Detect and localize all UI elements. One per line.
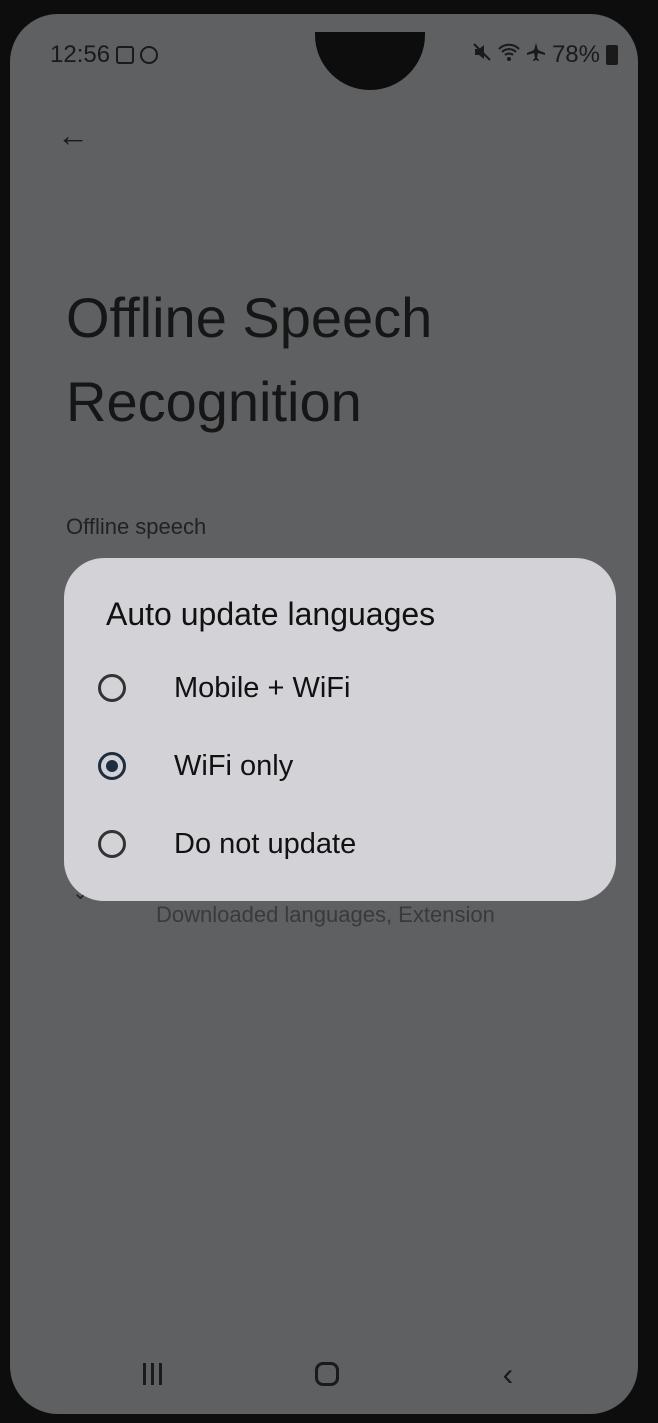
battery-icon — [606, 45, 618, 65]
wifi-icon — [498, 41, 520, 69]
radio-button-selected[interactable] — [98, 752, 126, 780]
option-label: Do not update — [174, 827, 357, 860]
option-label: Mobile + WiFi — [174, 671, 351, 704]
status-time: 12:56 — [50, 41, 111, 68]
mute-icon — [472, 41, 492, 69]
back-button[interactable]: ← — [46, 108, 100, 162]
option-wifi-only[interactable]: WiFi only — [98, 736, 293, 796]
checkbox-notification-icon — [116, 46, 135, 64]
recents-icon — [142, 1363, 162, 1385]
battery-percent: 78% — [551, 41, 600, 68]
status-bar-left: 12:56 — [50, 41, 159, 69]
section-label: Offline speech — [66, 514, 207, 539]
auto-update-dialog: Auto update languages Mobile + WiFi WiFi… — [64, 558, 616, 901]
page-title: Offline Speech Recognition — [66, 286, 433, 433]
home-icon — [315, 1362, 339, 1386]
circle-notification-icon — [140, 46, 159, 64]
dialog-title: Auto update languages — [106, 596, 436, 632]
phone-screen: 12:56 78% ← Offline Speech Recognition O… — [10, 14, 638, 1414]
list-item-subtitle: Downloaded languages, Extension — [156, 902, 495, 927]
status-bar-right: 78% — [472, 41, 618, 69]
nav-back-button[interactable]: ‹ — [484, 1352, 532, 1396]
option-mobile-wifi[interactable]: Mobile + WiFi — [98, 658, 350, 718]
option-do-not-update[interactable]: Do not update — [98, 814, 356, 874]
recents-button[interactable] — [128, 1352, 176, 1396]
chevron-left-icon: ‹ — [502, 1355, 514, 1392]
home-button[interactable] — [303, 1352, 351, 1396]
option-label: WiFi only — [174, 749, 294, 782]
back-arrow-icon: ← — [57, 116, 89, 153]
radio-button[interactable] — [98, 674, 126, 702]
radio-button[interactable] — [98, 830, 126, 858]
airplane-icon — [526, 41, 546, 69]
camera-notch — [315, 32, 425, 90]
